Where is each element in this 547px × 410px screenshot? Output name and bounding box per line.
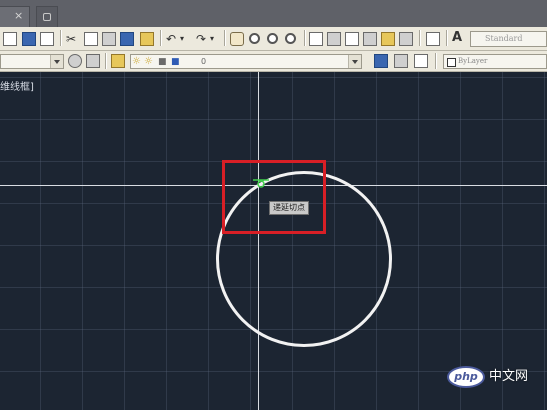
chevron-down-icon xyxy=(348,55,361,68)
standard-toolbar: ✂ ↶ ▾ ↷ ▾ A Standard xyxy=(0,27,547,51)
highlight-box xyxy=(222,160,326,234)
undo-dropdown-icon[interactable]: ▾ xyxy=(180,32,184,46)
design-center-icon[interactable] xyxy=(327,32,341,46)
color-swatch xyxy=(447,58,456,67)
redo-icon[interactable]: ↷ xyxy=(196,32,206,46)
make-current-icon[interactable] xyxy=(374,54,388,68)
new-icon[interactable] xyxy=(3,32,17,46)
layer-color-icon[interactable]: ■ xyxy=(171,55,180,69)
properties-icon[interactable] xyxy=(309,32,323,46)
title-strip: × xyxy=(0,0,547,27)
layer-manager-icon[interactable] xyxy=(111,54,125,68)
plus-icon xyxy=(43,13,51,21)
layers-toolbar: ☼ ☼ ■ ■ 0 ByLayer xyxy=(0,51,547,72)
paste-icon[interactable] xyxy=(102,32,116,46)
zoom-realtime-icon[interactable] xyxy=(249,33,260,44)
markup-icon[interactable] xyxy=(381,32,395,46)
watermark-text: 中文网 xyxy=(489,369,529,384)
block-editor-icon[interactable] xyxy=(140,32,154,46)
match-properties-icon[interactable] xyxy=(120,32,134,46)
close-tab-icon[interactable]: × xyxy=(14,9,23,23)
zoom-previous-icon[interactable] xyxy=(285,33,296,44)
layer-state-icon[interactable] xyxy=(394,54,408,68)
chevron-down-icon xyxy=(50,55,63,68)
sheet-set-icon[interactable] xyxy=(363,32,377,46)
drawing-canvas[interactable]: 维线框] 递延切点 xyxy=(0,72,547,410)
help-icon[interactable] xyxy=(426,32,440,46)
drawing-tab[interactable]: × xyxy=(0,6,30,27)
color-select[interactable]: ByLayer xyxy=(443,54,547,69)
layer-select[interactable]: ☼ ☼ ■ ■ 0 xyxy=(130,54,362,69)
viewport-label[interactable]: 维线框] xyxy=(0,78,34,93)
redo-dropdown-icon[interactable]: ▾ xyxy=(210,32,214,46)
copy-icon[interactable] xyxy=(84,32,98,46)
text-style-select[interactable]: Standard xyxy=(470,31,547,47)
layer-on-icon[interactable]: ☼ xyxy=(132,55,141,69)
plot-icon[interactable] xyxy=(40,32,54,46)
pan-icon[interactable] xyxy=(230,32,244,46)
text-style-icon[interactable]: A xyxy=(452,31,462,45)
undo-icon[interactable]: ↶ xyxy=(166,32,176,46)
tool-palettes-icon[interactable] xyxy=(345,32,359,46)
layer-freeze-icon[interactable]: ☼ xyxy=(144,55,153,69)
cut-icon[interactable]: ✂ xyxy=(66,32,76,46)
watermark-logo: php xyxy=(447,366,485,388)
new-tab-button[interactable] xyxy=(36,6,58,27)
workspace-select[interactable] xyxy=(0,54,64,69)
layer-name: 0 xyxy=(201,57,207,66)
zoom-window-icon[interactable] xyxy=(267,33,278,44)
calculator-icon[interactable] xyxy=(399,32,413,46)
layer-lock-icon[interactable]: ■ xyxy=(158,55,167,69)
toolbar-lock-icon[interactable] xyxy=(86,54,100,68)
text-style-value: Standard xyxy=(485,34,523,43)
save-icon[interactable] xyxy=(22,32,36,46)
watermark: php 中文网 xyxy=(447,366,541,392)
workspace-settings-icon[interactable] xyxy=(68,54,82,68)
layer-previous-icon[interactable] xyxy=(414,54,428,68)
color-value: ByLayer xyxy=(458,57,488,65)
